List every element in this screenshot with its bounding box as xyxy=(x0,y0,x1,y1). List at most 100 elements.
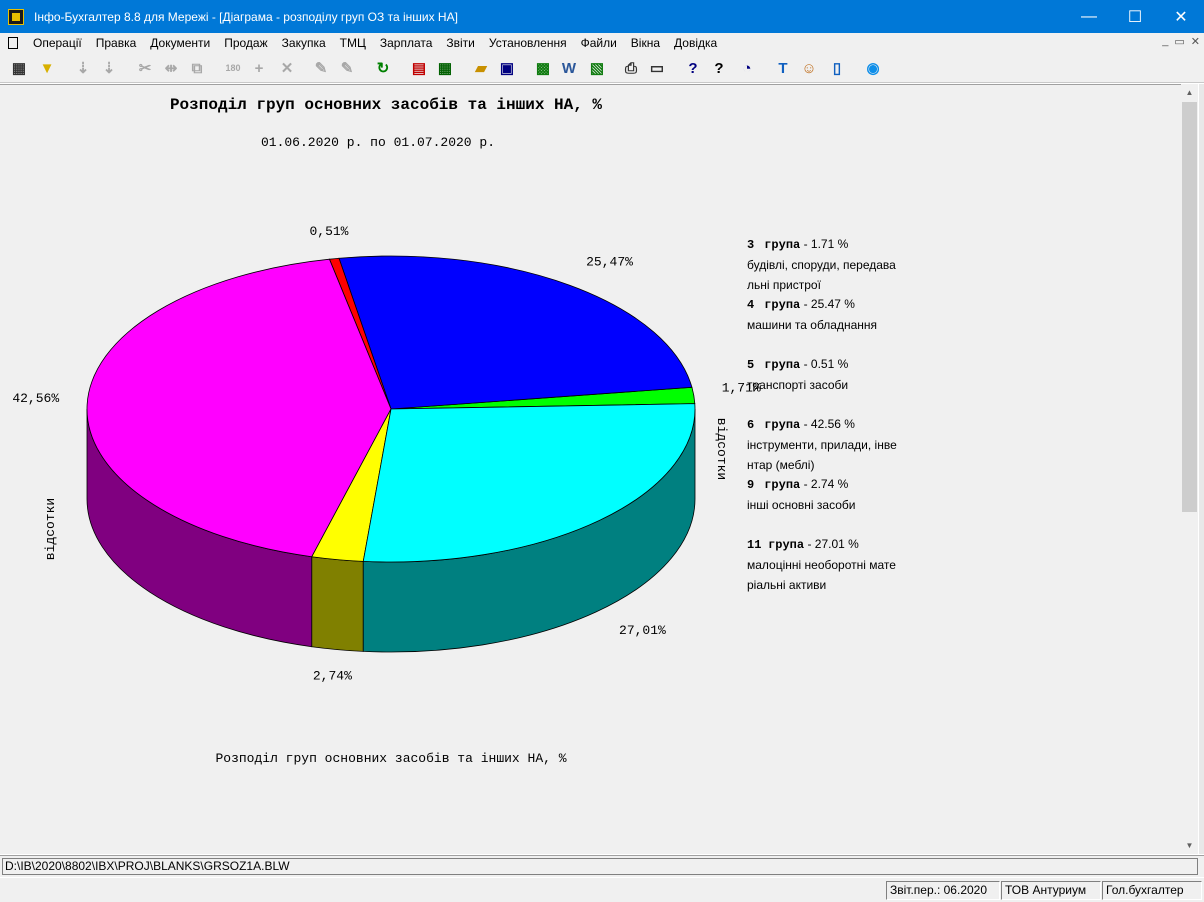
edit-icon[interactable]: ✎ xyxy=(310,57,332,79)
legend-description: малоцінні необоротні матеріальні активи xyxy=(747,558,896,592)
filter-icon[interactable]: ▼ xyxy=(36,57,58,79)
pdf-icon[interactable]: ▤ xyxy=(408,57,430,79)
legend-item: 6 група - 42.56 % інструменти, прилади, … xyxy=(747,414,917,475)
legend-group-number: 3 xyxy=(747,238,755,252)
window-frame-right xyxy=(1198,84,1204,854)
legend-value: - 25.47 % xyxy=(803,297,855,311)
legend-value: - 0.51 % xyxy=(803,357,849,371)
add-icon[interactable]: + xyxy=(248,57,270,79)
menu-salary[interactable]: Зарплата xyxy=(373,36,440,50)
legend-item: 9 група - 2.74 % інші основні засоби xyxy=(747,474,917,515)
legend-group-word: група xyxy=(764,358,801,372)
pie-slice-label: 27,01% xyxy=(619,623,666,638)
pie-chart: Розподіл груп основних засобів та інших … xyxy=(12,96,761,766)
file-path: D:\IB\2020\8802\IBX\PROJ\BLANKS\GRSOZ1A.… xyxy=(2,858,1198,875)
legend-value: - 1.71 % xyxy=(803,237,849,251)
refresh-icon[interactable]: ↻ xyxy=(372,57,394,79)
minimize-button[interactable]: — xyxy=(1066,0,1112,33)
close-button[interactable]: ✕ xyxy=(1158,0,1204,33)
legend-group-number: 4 xyxy=(747,298,755,312)
toolbar: ▦ ▼ ⇣ ⇣ ✂ ⇹ ⧉ 180 + ✕ ✎ ✎ ↻ ▤ ▦ ▰ ▣ ▩ W … xyxy=(0,53,1204,83)
maximize-button[interactable]: ☐ xyxy=(1112,0,1158,33)
report-icon[interactable]: ▯ xyxy=(826,57,848,79)
table-grid-icon[interactable]: ▦ xyxy=(8,57,30,79)
legend-item: 4 група - 25.47 % машини та обладнання xyxy=(747,294,917,335)
status-role: Гол.бухгалтер xyxy=(1102,881,1202,900)
sort-desc-icon[interactable]: ⇣ xyxy=(98,57,120,79)
pie-slices xyxy=(86,255,696,653)
mdi-controls: _ ▭ ✕ xyxy=(1162,35,1200,48)
export-icon[interactable]: ▧ xyxy=(586,57,608,79)
save-icon[interactable]: ▣ xyxy=(496,57,518,79)
window-controls: — ☐ ✕ xyxy=(1066,0,1204,33)
mdi-restore-button[interactable]: ▭ xyxy=(1174,35,1184,48)
pie-slice xyxy=(338,255,693,410)
legend-group-number: 11 xyxy=(747,538,762,552)
chart-period: 01.06.2020 р. по 01.07.2020 р. xyxy=(261,135,495,150)
legend-item: 11 група - 27.01 % малоцінні необоротні … xyxy=(747,534,917,595)
teamviewer-icon[interactable]: ◉ xyxy=(862,57,884,79)
legend-group-word: група xyxy=(764,478,801,492)
menu-inventory[interactable]: ТМЦ xyxy=(333,36,373,50)
pie-slice-label: 25,47% xyxy=(586,254,633,269)
print-icon[interactable]: ⎙ xyxy=(620,57,642,79)
sort-asc-icon[interactable]: ⇣ xyxy=(72,57,94,79)
pie-slice-label: 42,56% xyxy=(12,391,59,406)
columns-icon[interactable]: ⇹ xyxy=(160,57,182,79)
mdi-minimize-button[interactable]: _ xyxy=(1162,35,1168,48)
menu-bar: Операції Правка Документи Продаж Закупка… xyxy=(0,33,1204,53)
users-icon[interactable]: ☺ xyxy=(798,57,820,79)
legend-group-number: 6 xyxy=(747,418,755,432)
chart-title: Розподіл груп основних засобів та інших … xyxy=(170,96,602,114)
legend-description: інші основні засоби xyxy=(747,498,856,512)
open-folder-icon[interactable]: ▰ xyxy=(470,57,492,79)
document-icon[interactable] xyxy=(8,37,18,49)
text-icon[interactable]: T xyxy=(772,57,794,79)
pie-slice-side xyxy=(311,556,364,652)
scroll-up-icon[interactable]: ▲ xyxy=(1181,84,1198,101)
menu-windows[interactable]: Вікна xyxy=(624,36,667,50)
help-icon[interactable]: ? xyxy=(682,57,704,79)
app-icon[interactable] xyxy=(8,8,24,25)
y-axis-label-left: відсотки xyxy=(43,498,58,560)
compass-icon[interactable]: ◔ xyxy=(736,57,758,79)
status-period: Звіт.пер.: 06.2020 xyxy=(886,881,1000,900)
legend-value: - 42.56 % xyxy=(803,417,855,431)
delete-icon[interactable]: ✕ xyxy=(276,57,298,79)
legend-group-word: група xyxy=(764,238,801,252)
menu-files[interactable]: Файли xyxy=(574,36,624,50)
calculator-icon[interactable]: ▦ xyxy=(434,57,456,79)
rotate-180-icon[interactable]: 180 xyxy=(222,57,244,79)
rename-icon[interactable]: ✎ xyxy=(336,57,358,79)
status-company: ТОВ Антуриум xyxy=(1001,881,1101,900)
copy-icon[interactable]: ⧉ xyxy=(186,57,208,79)
menu-operations[interactable]: Операції xyxy=(26,36,89,50)
menu-purchase[interactable]: Закупка xyxy=(275,36,333,50)
word-icon[interactable]: W xyxy=(558,57,580,79)
vertical-scrollbar[interactable]: ▲ ▼ xyxy=(1181,84,1198,854)
menu-reports[interactable]: Звіти xyxy=(439,36,482,50)
chart-caption: Розподіл груп основних засобів та інших … xyxy=(215,751,566,766)
mdi-close-button[interactable]: ✕ xyxy=(1191,35,1200,48)
legend-value: - 27.01 % xyxy=(807,537,859,551)
menu-help[interactable]: Довідка xyxy=(667,36,724,50)
menu-sales[interactable]: Продаж xyxy=(217,36,274,50)
preview-icon[interactable]: ▭ xyxy=(646,57,668,79)
cut-icon[interactable]: ✂ xyxy=(134,57,156,79)
menu-documents[interactable]: Документи xyxy=(143,36,217,50)
excel-icon[interactable]: ▩ xyxy=(532,57,554,79)
legend-item: 3 група - 1.71 % будівлі, споруди, перед… xyxy=(747,234,917,295)
scroll-down-icon[interactable]: ▼ xyxy=(1181,837,1198,854)
legend-group-number: 5 xyxy=(747,358,755,372)
legend-description: транспорті засоби xyxy=(747,378,849,392)
menu-edit[interactable]: Правка xyxy=(89,36,144,50)
legend-description: інструменти, прилади, інвентар (меблі) xyxy=(747,438,897,472)
status-bar: Звіт.пер.: 06.2020 ТОВ Антуриум Гол.бухг… xyxy=(0,878,1204,902)
context-help-icon[interactable]: ? xyxy=(708,57,730,79)
legend-group-word: група xyxy=(764,418,801,432)
legend-group-word: група xyxy=(768,538,805,552)
scrollbar-thumb[interactable] xyxy=(1182,102,1197,512)
menu-settings[interactable]: Установлення xyxy=(482,36,574,50)
legend-group-number: 9 xyxy=(747,478,755,492)
pie-slice-label: 0,51% xyxy=(309,224,348,239)
